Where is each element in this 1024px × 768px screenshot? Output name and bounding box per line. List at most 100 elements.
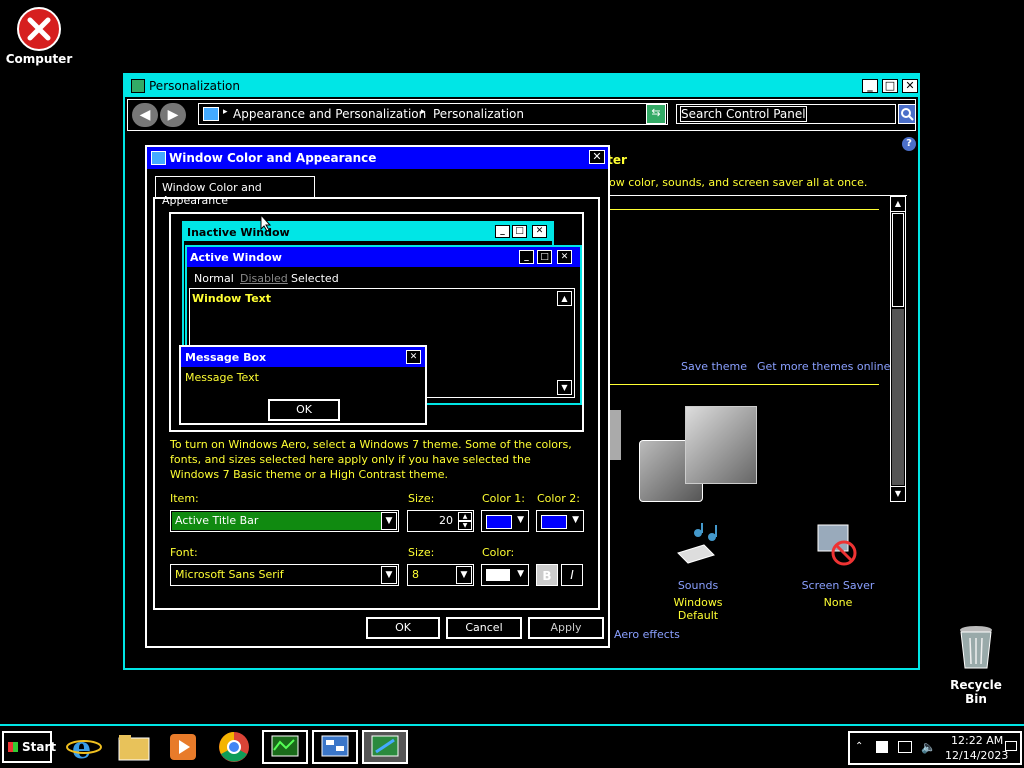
- search-button[interactable]: [898, 104, 916, 124]
- font-size-select[interactable]: 8 ▼: [407, 564, 474, 586]
- item-select[interactable]: Active Title Bar ▼: [170, 510, 399, 532]
- sounds-icon: [677, 523, 717, 564]
- item-size-stepper[interactable]: 20 ▲ ▼: [407, 510, 474, 532]
- color2-label: Color 2:: [537, 492, 580, 505]
- preview-minimize-icon: _: [519, 250, 534, 264]
- mouse-cursor-icon: [260, 214, 272, 232]
- dialog-close-button[interactable]: ✕: [589, 150, 605, 164]
- volume-icon[interactable]: 🔈: [921, 740, 936, 754]
- tab-window-color[interactable]: Window Color and Appearance: [155, 176, 315, 207]
- breadcrumb-personalization[interactable]: Personalization: [433, 107, 524, 121]
- italic-toggle[interactable]: I: [561, 564, 583, 586]
- clock-date[interactable]: 12/14/2023: [945, 749, 1008, 762]
- back-button[interactable]: ◀: [132, 103, 158, 127]
- preview-menu-selected: Selected: [291, 272, 339, 285]
- network-icon[interactable]: [898, 741, 912, 753]
- display-settings-icon: [371, 735, 399, 757]
- taskbar-ie[interactable]: e: [64, 730, 108, 766]
- scroll-track: [892, 309, 904, 485]
- desktop-icon-recycle-bin[interactable]: Recycle Bin: [938, 624, 1014, 706]
- preview-minimize-icon: _: [495, 225, 510, 238]
- windows-logo-icon: [8, 742, 18, 752]
- taskbar-media-player[interactable]: [164, 730, 208, 764]
- breadcrumb-appearance[interactable]: Appearance and Personalization: [233, 107, 426, 121]
- themes-list[interactable]: Save theme Get more themes online ▲ ▼: [609, 195, 907, 504]
- preview-message-box[interactable]: Message Box ✕ Message Text OK: [179, 345, 427, 425]
- preview-close-icon: ✕: [532, 225, 547, 238]
- preview-menu-normal: Normal: [194, 272, 234, 285]
- theme-thumbnail-stack: [685, 406, 757, 484]
- font-color-picker[interactable]: ▼: [481, 564, 529, 586]
- maximize-button[interactable]: □: [882, 79, 898, 93]
- screen-saver-value: None: [823, 596, 853, 609]
- message-box-title: Message Box: [185, 351, 267, 364]
- color2-picker[interactable]: ▼: [536, 510, 584, 532]
- refresh-button[interactable]: ⇆: [646, 104, 666, 124]
- scroll-down-icon[interactable]: ▼: [891, 486, 905, 501]
- screen-saver-item[interactable]: Screen Saver None: [793, 523, 883, 609]
- svg-text:e: e: [72, 731, 91, 764]
- cancel-button[interactable]: Cancel: [446, 617, 522, 639]
- sounds-label: Sounds: [677, 579, 719, 592]
- start-button[interactable]: Start: [2, 731, 56, 763]
- breadcrumb-arrow-icon: ▸: [421, 107, 426, 117]
- taskbar-personalization[interactable]: [362, 730, 408, 764]
- taskbar-chrome[interactable]: [214, 730, 258, 764]
- chevron-down-icon: ▼: [381, 512, 397, 530]
- recycle-bin-icon: [960, 626, 992, 669]
- close-button[interactable]: ✕: [902, 79, 918, 93]
- color2-swatch: [541, 515, 567, 529]
- save-theme-link[interactable]: Save theme: [681, 360, 747, 373]
- monitor-icon: [203, 107, 219, 121]
- taskbar-explorer[interactable]: [114, 730, 158, 764]
- minimize-button[interactable]: _: [862, 79, 878, 93]
- window-title-bar[interactable]: Personalization _ □ ✕: [125, 75, 918, 97]
- font-select[interactable]: Microsoft Sans Serif ▼: [170, 564, 399, 586]
- window-color-dialog: Window Color and Appearance ✕ Window Col…: [145, 145, 610, 648]
- sounds-item[interactable]: Sounds Windows Default: [653, 523, 743, 622]
- media-player-icon: [170, 734, 196, 760]
- chevron-down-icon: ▼: [572, 515, 579, 525]
- clock-time[interactable]: 12:22 AM: [951, 734, 1003, 747]
- aero-effects-link[interactable]: Aero effects: [614, 628, 680, 641]
- internet-explorer-icon: e: [66, 731, 102, 766]
- item-label: Item:: [170, 492, 199, 505]
- control-panel-icon: [131, 79, 145, 93]
- screen-saver-label: Screen Saver: [801, 579, 875, 592]
- action-center-flag-icon[interactable]: [876, 741, 888, 753]
- desktop-icon-computer[interactable]: Computer: [4, 6, 74, 66]
- scroll-up-icon[interactable]: ▲: [891, 197, 905, 212]
- taskbar-control-panel[interactable]: [312, 730, 358, 764]
- breadcrumb-arrow-icon: ▸: [223, 107, 228, 117]
- dialog-icon: [151, 151, 166, 165]
- apply-button[interactable]: Apply: [528, 617, 604, 639]
- help-icon[interactable]: ?: [902, 137, 916, 151]
- item-size-value: 20: [439, 514, 453, 527]
- item-size-label: Size:: [408, 492, 435, 505]
- scroll-thumb[interactable]: [892, 213, 904, 307]
- forward-button[interactable]: ▶: [160, 103, 186, 127]
- appearance-preview[interactable]: Inactive Window _ □ ✕ Active Window _ □ …: [169, 212, 584, 432]
- preview-maximize-icon: □: [537, 250, 552, 264]
- ok-button[interactable]: OK: [366, 617, 440, 639]
- themes-scrollbar[interactable]: ▲ ▼: [890, 196, 906, 502]
- bold-toggle[interactable]: B: [536, 564, 558, 586]
- taskbar-task-manager[interactable]: [262, 730, 308, 764]
- search-placeholder: Search Control Panel: [680, 106, 807, 122]
- preview-scroll-down-icon: ▼: [557, 380, 572, 395]
- show-desktop-icon[interactable]: [1005, 741, 1017, 751]
- dialog-title-bar[interactable]: Window Color and Appearance ✕: [147, 147, 608, 169]
- search-input[interactable]: Search Control Panel: [676, 104, 896, 124]
- address-bar[interactable]: ▸ Appearance and Personalization ▸ Perso…: [198, 103, 668, 125]
- get-more-themes-link[interactable]: Get more themes online: [757, 360, 890, 373]
- show-hidden-icons-icon[interactable]: ⌃: [855, 741, 863, 752]
- preview-inactive-title-bar: Inactive Window _ □ ✕: [184, 223, 552, 241]
- address-bar-row: ◀ ▶ ▸ Appearance and Personalization ▸ P…: [127, 99, 916, 131]
- preview-scroll-up-icon: ▲: [557, 291, 572, 306]
- tray-area: ⌃ 🔈 12:22 AM 12/14/2023: [848, 731, 1022, 765]
- font-size-value: 8: [412, 568, 419, 581]
- stepper-up-icon[interactable]: ▲: [458, 512, 472, 521]
- aero-info-text: To turn on Windows Aero, select a Window…: [170, 438, 572, 481]
- color1-picker[interactable]: ▼: [481, 510, 529, 532]
- stepper-down-icon[interactable]: ▼: [458, 521, 472, 530]
